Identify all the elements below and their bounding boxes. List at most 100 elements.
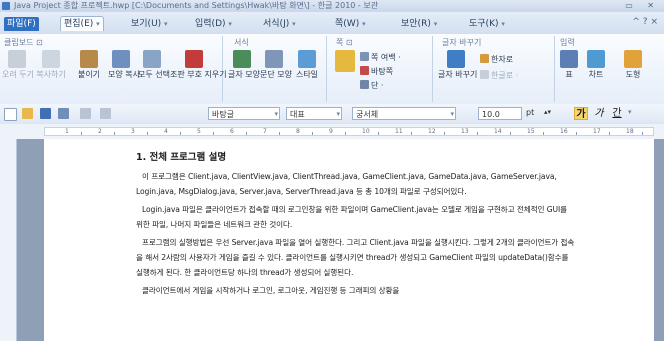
char-shape-button[interactable]: 글자 모양 (228, 50, 260, 79)
style-button[interactable]: 스타일 (292, 50, 322, 79)
menu-view-label: 보기(U) (131, 19, 162, 29)
ruler-number: 8 (296, 128, 300, 135)
cut-button[interactable]: 오려 두기 (2, 50, 34, 79)
menu-security-label: 보안(R) (401, 19, 431, 29)
ruler-tick (213, 132, 214, 135)
to-hanja-label: 한자로 (491, 55, 514, 64)
chevron-down-icon: ▾ (336, 110, 340, 118)
chevron-down-icon: ▾ (501, 20, 505, 28)
char-replace-button[interactable]: 글자 바꾸기 · (438, 50, 482, 79)
ruler-number: 15 (527, 128, 535, 135)
window-title: Java Project 종합 프로젝트.hwp [C:\Documents a… (14, 1, 379, 10)
document-page[interactable]: 1. 전체 프로그램 설명 이 프로그램은 Client.java, Clien… (44, 139, 654, 341)
ruler-tick (543, 132, 544, 135)
group-label-page: 쪽 ⊡ (336, 38, 353, 47)
font-size-value: 10.0 (482, 110, 500, 119)
print-icon[interactable] (58, 108, 69, 119)
select-all-label: 모두 선택 (138, 70, 170, 79)
ruler-number: 5 (197, 128, 201, 135)
menu-edit-label: 편집(E) (64, 19, 94, 29)
underline-button[interactable]: 간 (610, 107, 624, 120)
group-clipboard: 클립보드 ⊡ 오려 두기 복사하기 붙이기 모양 복사 모두 선택 조판 부호 … (0, 36, 227, 102)
style-select[interactable]: 바탕글 ▾ (208, 107, 280, 120)
columns-button[interactable]: 단 · (360, 80, 383, 91)
brush-icon (112, 50, 130, 68)
format-copy-button[interactable]: 모양 복사 (108, 50, 140, 79)
menu-page[interactable]: 쪽(W) ▾ (332, 17, 369, 31)
ruler-number: 3 (131, 128, 135, 135)
ruler-tick (444, 132, 445, 135)
master-page-icon (360, 66, 369, 75)
para-shape-button[interactable]: 문단 모양 (260, 50, 292, 79)
char-replace-label: 글자 바꾸기 · (438, 70, 483, 79)
open-folder-icon[interactable] (22, 108, 33, 119)
ruler-number: 9 (329, 128, 333, 135)
copy-label: 복사하기 (36, 70, 66, 79)
table-label: 표 (565, 70, 573, 79)
cut-label: 오려 두기 (2, 70, 34, 79)
chart-button[interactable]: 차트 (584, 50, 608, 79)
document-body[interactable]: 1. 전체 프로그램 설명 이 프로그램은 Client.java, Clien… (136, 149, 576, 301)
ruler-tick (246, 132, 247, 135)
font-size-input[interactable]: 10.0 (478, 107, 522, 120)
paste-label: 붙이기 (77, 70, 101, 79)
to-hangul-button[interactable]: 한글로 · (480, 70, 518, 81)
copy-icon (42, 50, 60, 68)
margins-button[interactable]: 쪽 여백 · (360, 52, 401, 63)
format-copy-label: 모양 복사 (108, 70, 140, 79)
menu-format-label: 서식(J) (263, 19, 290, 29)
ruler-tick (411, 132, 412, 135)
section-heading: 1. 전체 프로그램 설명 (136, 152, 227, 163)
menu-tools-label: 도구(K) (469, 19, 499, 29)
redo-icon[interactable] (100, 108, 111, 119)
horizontal-ruler[interactable]: 1 2 3 4 5 6 7 8 9 10 11 12 13 14 15 16 17 18 (0, 124, 664, 140)
page-icon (335, 50, 355, 72)
paste-button[interactable]: 붙이기 (74, 50, 104, 79)
ribbon: 클립보드 ⊡ 오려 두기 복사하기 붙이기 모양 복사 모두 선택 조판 부호 … (0, 34, 664, 105)
size-stepper-icon[interactable]: ▴▾ (544, 108, 551, 116)
margins-icon (360, 52, 369, 61)
clear-codes-button[interactable]: 조판 부호 지우기 (170, 50, 227, 79)
chevron-down-icon[interactable]: ▾ (628, 108, 632, 116)
master-page-button[interactable]: 바탕쪽 (360, 66, 393, 77)
style-value: 바탕글 (212, 110, 235, 119)
new-doc-icon[interactable] (4, 108, 17, 121)
save-icon[interactable] (40, 108, 51, 119)
menu-view[interactable]: 보기(U) ▾ (128, 17, 171, 31)
select-all-button[interactable]: 모두 선택 (138, 50, 170, 79)
menu-format[interactable]: 서식(J) ▾ (260, 17, 299, 31)
language-value: 대표 (290, 110, 305, 119)
clear-icon (185, 50, 203, 68)
clear-codes-label: 조판 부호 지우기 (170, 70, 227, 79)
window-controls[interactable]: ▭ ✕ (625, 1, 660, 10)
copy-button[interactable]: 복사하기 (33, 50, 69, 79)
to-hanja-button[interactable]: 한자로 (480, 54, 513, 65)
menu-edit[interactable]: 편집(E) ▾ (60, 16, 104, 31)
menu-file[interactable]: 파일(F) (4, 17, 39, 31)
margins-label: 쪽 여백 · (371, 53, 401, 62)
undo-icon[interactable] (80, 108, 91, 119)
menu-security[interactable]: 보안(R) ▾ (398, 17, 440, 31)
shape-icon (624, 50, 642, 68)
ruler-number: 13 (461, 128, 469, 135)
ruler-number: 16 (560, 128, 568, 135)
ruler-tick (279, 132, 280, 135)
ribbon-controls[interactable]: ^ ? × (632, 17, 658, 27)
group-format: 서식 글자 모양 문단 모양 스타일 (222, 36, 327, 102)
language-select[interactable]: 대표 ▾ (286, 107, 342, 120)
bold-button[interactable]: 가 (574, 107, 588, 120)
scissors-icon (8, 50, 26, 68)
ruler-number: 11 (395, 128, 403, 135)
menu-tools[interactable]: 도구(K) ▾ (466, 17, 508, 31)
font-select[interactable]: 궁서체 ▾ (352, 107, 456, 120)
app-icon (2, 2, 10, 10)
group-insert: 입력 표 차트 도형 (554, 36, 664, 102)
table-button[interactable]: 표 (558, 50, 580, 79)
group-page: 쪽 ⊡ 쪽 여백 · 바탕쪽 단 · (326, 36, 433, 102)
menu-insert[interactable]: 입력(D) ▾ (192, 17, 235, 31)
select-all-icon (143, 50, 161, 68)
menu-page-label: 쪽(W) (335, 19, 360, 29)
page-layout-button[interactable] (334, 50, 356, 74)
italic-button[interactable]: 가 (592, 107, 606, 120)
shape-button[interactable]: 도형 (620, 50, 646, 79)
